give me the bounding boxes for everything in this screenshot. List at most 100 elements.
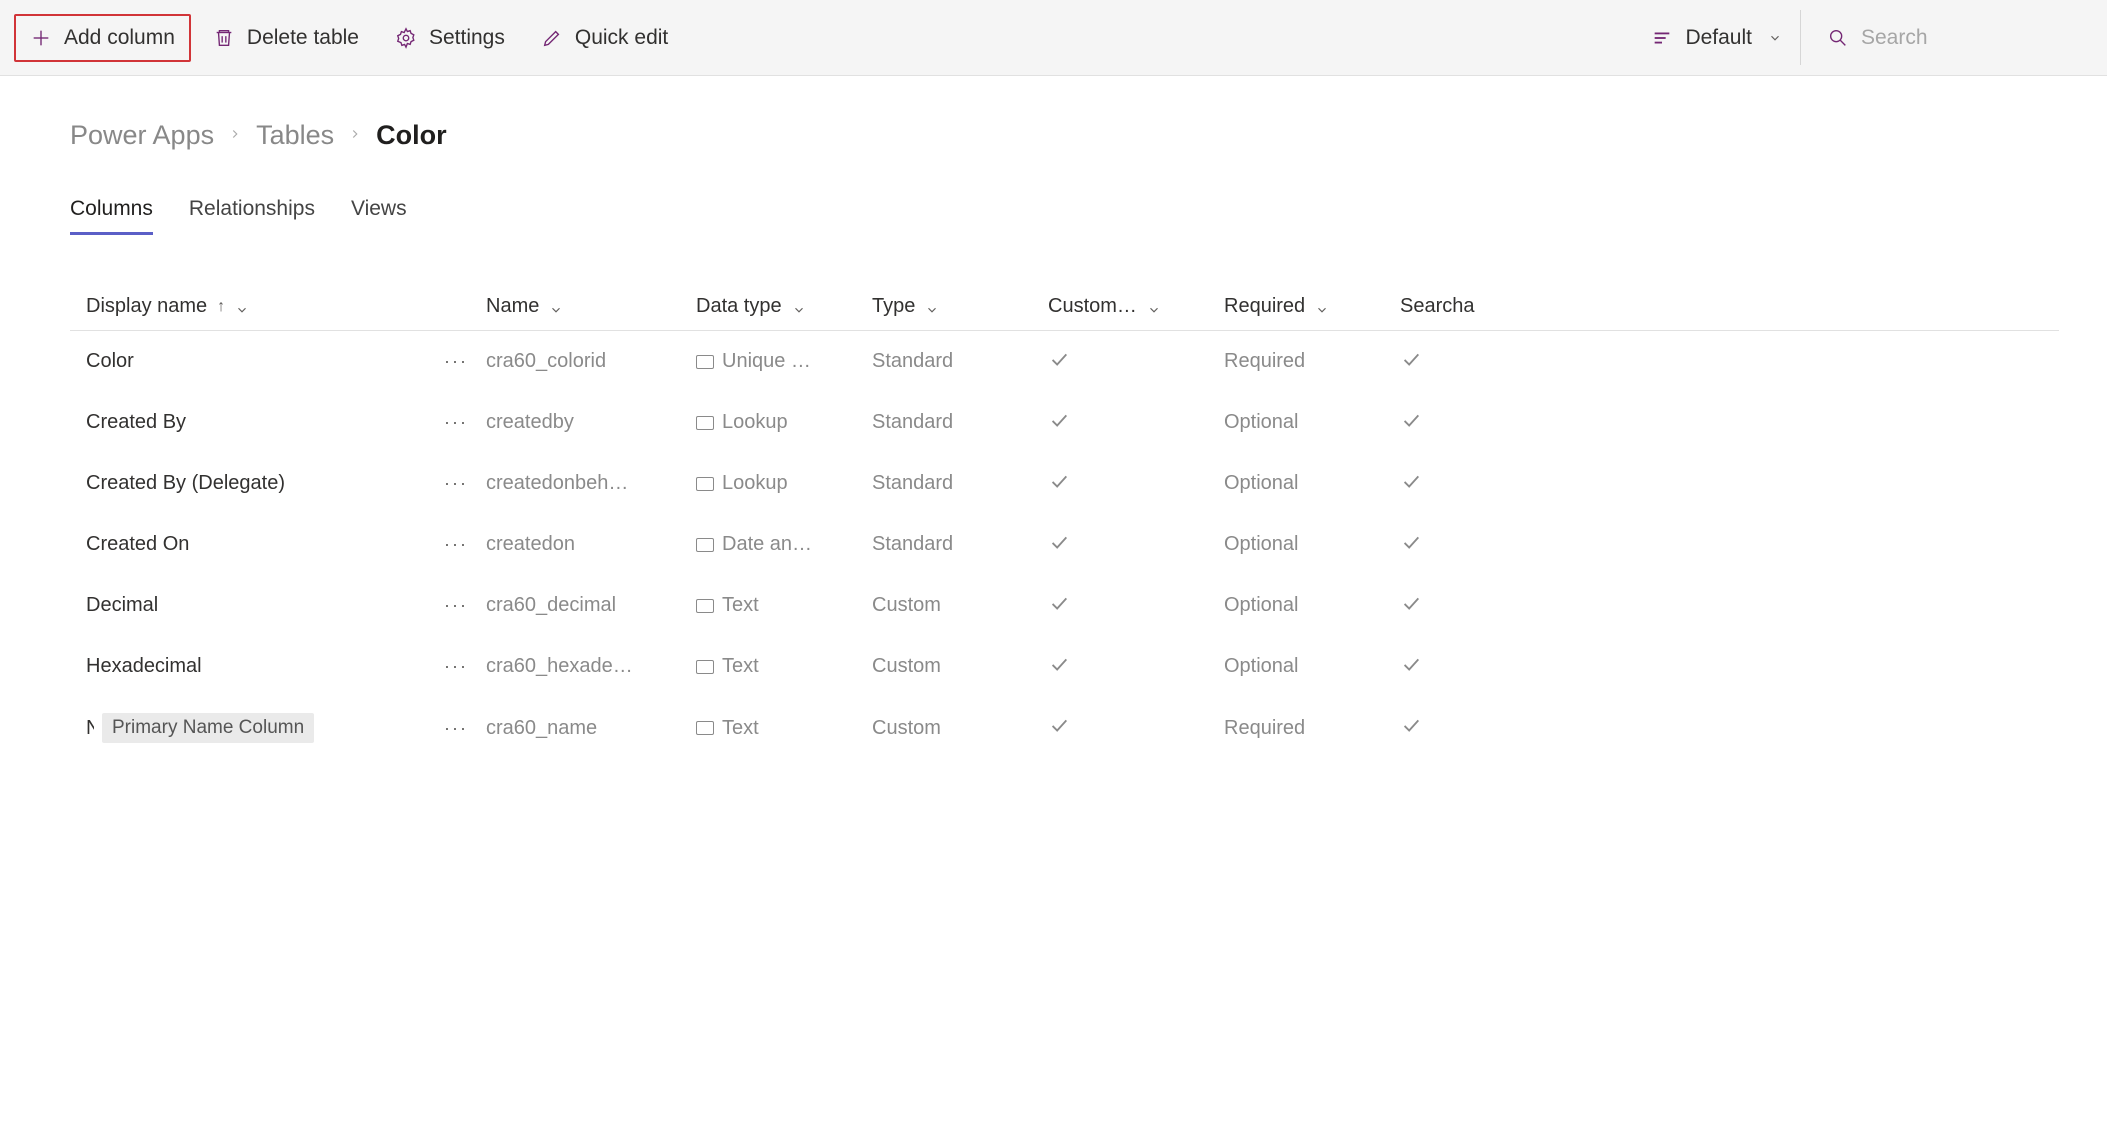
column-custom [1042, 714, 1218, 742]
chevron-down-icon [235, 300, 249, 314]
row-menu-button[interactable]: ··· [438, 714, 474, 743]
search-input[interactable] [1861, 26, 2061, 50]
chevron-down-icon [1147, 300, 1161, 314]
delete-table-button[interactable]: Delete table [199, 16, 373, 60]
data-type-icon [696, 538, 714, 552]
column-name: createdby [480, 411, 690, 434]
column-data-type: Lookup [690, 411, 866, 434]
header-data-type[interactable]: Data type [696, 295, 806, 318]
checkmark-icon [1048, 409, 1070, 437]
column-type: Custom [866, 655, 1042, 678]
column-custom [1042, 653, 1218, 681]
column-type: Standard [866, 411, 1042, 434]
table-row[interactable]: Decimal···cra60_decimalTextCustomOptiona… [70, 575, 2059, 636]
column-searchable [1394, 653, 1474, 681]
header-searchable[interactable]: Searcha [1400, 295, 1475, 318]
header-name-label: Name [486, 295, 539, 318]
column-name: createdonbeh… [480, 472, 690, 495]
header-display-name[interactable]: Display name ↑ [86, 295, 249, 318]
table-row[interactable]: N Primary Name Column···cra60_nameTextCu… [70, 697, 2059, 759]
column-custom [1042, 409, 1218, 437]
breadcrumb-tables[interactable]: Tables [256, 120, 334, 151]
chevron-right-icon [348, 124, 362, 147]
column-searchable [1394, 592, 1474, 620]
delete-table-label: Delete table [247, 26, 359, 50]
display-name-text: Color [86, 350, 134, 373]
checkmark-icon [1048, 592, 1070, 620]
column-required: Optional [1218, 411, 1394, 434]
header-type-label: Type [872, 295, 915, 318]
row-menu-button[interactable]: ··· [438, 530, 474, 559]
chevron-down-icon [549, 300, 563, 314]
content-area: Power Apps Tables Color Columns Relation… [0, 76, 2107, 759]
view-selector[interactable]: Default [1637, 10, 1801, 65]
column-type: Custom [866, 717, 1042, 740]
display-name-text: Decimal [86, 594, 158, 617]
table-row[interactable]: Hexadecimal···cra60_hexade…TextCustomOpt… [70, 636, 2059, 697]
column-required: Required [1218, 350, 1394, 373]
column-type: Standard [866, 350, 1042, 373]
add-column-label: Add column [64, 26, 175, 50]
column-required: Optional [1218, 533, 1394, 556]
settings-button[interactable]: Settings [381, 16, 519, 60]
column-searchable [1394, 531, 1474, 559]
chevron-down-icon [1764, 27, 1786, 49]
add-column-button[interactable]: Add column [14, 14, 191, 62]
data-type-icon [696, 599, 714, 613]
table-row[interactable]: Created By···createdbyLookupStandardOpti… [70, 392, 2059, 453]
header-data-type-label: Data type [696, 295, 782, 318]
header-type[interactable]: Type [872, 295, 1036, 318]
tab-relationships[interactable]: Relationships [189, 191, 315, 235]
checkmark-icon [1400, 409, 1422, 437]
command-bar: Add column Delete table Settings Quick e… [0, 0, 2107, 76]
column-data-type: Text [690, 655, 866, 678]
table-row[interactable]: Created By (Delegate)···createdonbeh…Loo… [70, 453, 2059, 514]
header-custom-label: Custom… [1048, 295, 1137, 318]
column-type: Standard [866, 472, 1042, 495]
header-custom[interactable]: Custom… [1048, 295, 1161, 318]
row-menu-button[interactable]: ··· [438, 347, 474, 376]
settings-label: Settings [429, 26, 505, 50]
column-name: cra60_hexade… [480, 655, 690, 678]
row-menu-button[interactable]: ··· [438, 652, 474, 681]
row-menu-button[interactable]: ··· [438, 408, 474, 437]
display-name-text: Created By (Delegate) [86, 472, 285, 495]
gear-icon [395, 27, 417, 49]
checkmark-icon [1048, 348, 1070, 376]
row-menu-button[interactable]: ··· [438, 469, 474, 498]
column-type: Standard [866, 533, 1042, 556]
tab-views[interactable]: Views [351, 191, 407, 235]
breadcrumb-root[interactable]: Power Apps [70, 120, 214, 151]
column-data-type: Unique … [690, 350, 866, 373]
header-required-label: Required [1224, 295, 1305, 318]
data-type-icon [696, 721, 714, 735]
row-menu-button[interactable]: ··· [438, 591, 474, 620]
display-name-text: Created On [86, 533, 189, 556]
header-name[interactable]: Name [486, 295, 684, 318]
chevron-down-icon [792, 300, 806, 314]
column-name: cra60_colorid [480, 350, 690, 373]
column-custom [1042, 592, 1218, 620]
chevron-down-icon [1315, 300, 1329, 314]
checkmark-icon [1048, 653, 1070, 681]
data-type-icon [696, 416, 714, 430]
table-row[interactable]: Created On···createdonDate an…StandardOp… [70, 514, 2059, 575]
column-searchable [1394, 409, 1474, 437]
column-searchable [1394, 348, 1474, 376]
header-required[interactable]: Required [1224, 295, 1388, 318]
columns-table: Display name ↑ Name Data type [70, 283, 2059, 759]
column-data-type: Text [690, 717, 866, 740]
chevron-right-icon [228, 124, 242, 147]
column-name: cra60_name [480, 717, 690, 740]
column-custom [1042, 470, 1218, 498]
column-searchable [1394, 714, 1474, 742]
quick-edit-label: Quick edit [575, 26, 668, 50]
breadcrumb: Power Apps Tables Color [70, 120, 2059, 151]
checkmark-icon [1048, 531, 1070, 559]
table-row[interactable]: Color ··· cra60_coloridUnique …Standard Req… [70, 331, 2059, 392]
display-name-text: Hexadecimal [86, 655, 202, 678]
quick-edit-button[interactable]: Quick edit [527, 16, 682, 60]
header-display-name-label: Display name [86, 295, 207, 318]
column-required: Optional [1218, 472, 1394, 495]
tab-columns[interactable]: Columns [70, 191, 153, 235]
